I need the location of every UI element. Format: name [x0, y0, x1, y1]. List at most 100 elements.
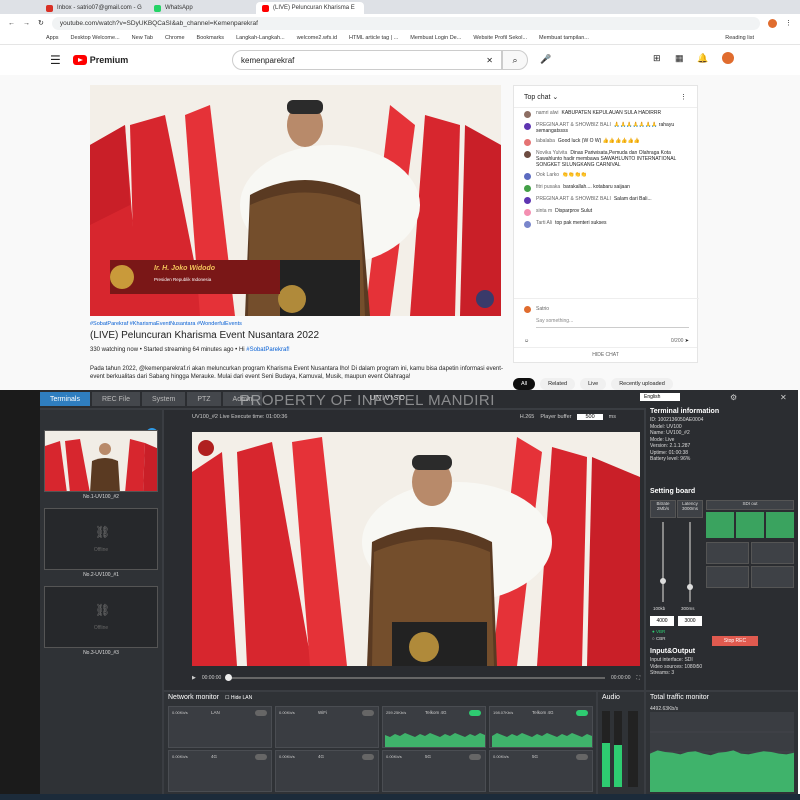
network-toggle[interactable] — [469, 754, 481, 760]
main-preview-video[interactable] — [192, 432, 640, 666]
url-field[interactable]: youtube.com/watch?v=SDyUKBQCaSI&ab_chann… — [51, 16, 760, 30]
mic-icon[interactable]: 🎤 — [540, 54, 551, 65]
lower-third-name: Ir. H. Joko Widodo — [154, 265, 215, 272]
close-icon[interactable]: ✕ — [780, 393, 787, 402]
terminal-card-1[interactable] — [44, 430, 158, 492]
terminal-list: + No.1-UV100_#2 ⛓ Offline No.2-UV100_#1 … — [40, 410, 162, 794]
bookmark-item[interactable]: welcome2.wfs.id — [297, 35, 337, 41]
chat-message: PREGINA ART & SHOWBIZ BALI 🙏🙏🙏🙏🙏🙏🙏 rahayu… — [514, 120, 697, 136]
sdi-slot[interactable] — [706, 566, 749, 588]
chip-recent[interactable]: Recently uploaded — [611, 378, 673, 390]
bitrate-slider-knob[interactable] — [660, 578, 666, 584]
bookmark-item[interactable]: Membuat tampilan... — [539, 35, 589, 41]
sdi-slot[interactable] — [751, 566, 794, 588]
chip-related[interactable]: Related — [540, 378, 576, 390]
apps-icon[interactable]: ▦ — [675, 53, 684, 64]
bookmark-item[interactable]: Apps — [46, 35, 59, 41]
emoji-icon[interactable]: ☺ — [524, 338, 529, 344]
forward-icon[interactable]: → — [23, 20, 30, 27]
sdi-slot[interactable] — [751, 542, 794, 564]
latency-slider-knob[interactable] — [687, 584, 693, 590]
offline-label: Offline — [93, 547, 109, 553]
bitrate-slider[interactable] — [662, 522, 664, 602]
player-buffer-input[interactable]: 500 — [577, 414, 603, 420]
youtube-logo[interactable]: Premium — [72, 55, 128, 65]
browser-tab-youtube[interactable]: (LIVE) Peluncuran Kharisma E — [256, 2, 364, 14]
chat-mode-select[interactable]: Top chat ⌄ — [524, 93, 558, 101]
sdi-slot[interactable] — [706, 542, 749, 564]
search-button[interactable]: ⌕ — [502, 50, 528, 70]
avatar — [524, 197, 531, 204]
chat-menu-icon[interactable]: ⋮ — [680, 93, 687, 101]
terminal-info-heading: Terminal information — [650, 408, 720, 415]
bookmark-item[interactable]: Bookmarks — [197, 35, 225, 41]
latency-input[interactable]: 3000 — [678, 616, 702, 626]
bookmark-item[interactable]: Chrome — [165, 35, 185, 41]
timeline-scrubber[interactable] — [225, 674, 606, 681]
terminal-card-2[interactable]: ⛓ Offline — [44, 508, 158, 570]
chat-input[interactable]: Say something... — [536, 318, 689, 328]
network-toggle[interactable] — [255, 754, 267, 760]
bookmark-item[interactable]: Desktop Welcome... — [71, 35, 120, 41]
reload-icon[interactable]: ↻ — [38, 19, 44, 27]
language-select[interactable]: English — [640, 393, 680, 401]
tab-ptz[interactable]: PTZ — [187, 392, 221, 406]
clear-icon[interactable]: ✕ — [486, 56, 493, 65]
traffic-area-series — [650, 750, 794, 792]
browser-tab-gmail[interactable]: Inbox - satrio07@gmail.com - G — [40, 2, 148, 14]
network-toggle[interactable] — [255, 710, 267, 716]
sdi-output-1[interactable] — [706, 512, 734, 538]
play-icon[interactable]: ▶ — [192, 675, 196, 681]
sdi-out-box: SDI out — [706, 500, 794, 510]
network-toggle[interactable] — [576, 710, 588, 716]
bookmark-item[interactable]: Website Profil Sekol... — [473, 35, 527, 41]
bookmark-item[interactable]: Langkah-Langkah... — [236, 35, 285, 41]
latency-slider[interactable] — [689, 522, 691, 602]
bookmark-item[interactable]: Reading list — [725, 35, 754, 41]
bookmark-item[interactable]: HTML article tag | ... — [349, 35, 398, 41]
video-player[interactable]: Ir. H. Joko Widodo Presiden Republik Ind… — [90, 85, 501, 316]
back-icon[interactable]: ← — [8, 20, 15, 27]
sdi-output-2[interactable] — [736, 512, 764, 538]
create-icon[interactable]: ⊞ — [653, 53, 661, 64]
youtube-header: ☰ Premium kemenparekraf ✕ ⌕ 🎤 ⊞ ▦ 🔔 — [0, 45, 800, 75]
video-frame — [90, 85, 501, 316]
chat-message: namri alwi KABUPATEN KEPULAUAN SULA HADIR… — [514, 108, 697, 120]
cbr-radio[interactable]: ○ CBR — [652, 636, 665, 641]
youtube-play-icon — [72, 55, 87, 65]
bookmark-item[interactable]: Membuat Login De... — [410, 35, 461, 41]
bookmark-item[interactable]: New Tab — [132, 35, 153, 41]
windows-taskbar — [0, 794, 800, 800]
settings-icon[interactable]: ⚙ — [730, 393, 737, 402]
terminal-card-3[interactable]: ⛓ Offline — [44, 586, 158, 648]
network-toggle[interactable] — [469, 710, 481, 716]
tab-system[interactable]: System — [141, 392, 186, 406]
chip-all[interactable]: All — [513, 378, 536, 390]
sdi-output-3[interactable] — [766, 512, 794, 538]
chip-live[interactable]: Live — [580, 378, 607, 390]
tab-terminals[interactable]: Terminals — [40, 392, 90, 406]
latency-box: Latency 3000ms — [677, 500, 703, 518]
browser-tab-whatsapp[interactable]: WhatsApp — [148, 2, 256, 14]
profile-icon[interactable] — [768, 18, 777, 28]
network-toggle[interactable] — [576, 754, 588, 760]
fullscreen-icon[interactable]: ⛶ — [636, 675, 640, 681]
network-toggle[interactable] — [362, 710, 374, 716]
bitrate-box: Bitrate 2Mb/s — [650, 500, 676, 518]
menu-icon[interactable]: ⋮ — [785, 19, 792, 27]
search-input[interactable]: kemenparekraf ✕ — [232, 50, 502, 70]
bell-icon[interactable]: 🔔 — [697, 53, 708, 64]
tab-rec-file[interactable]: REC File — [91, 392, 140, 406]
network-link-cell: 0.00Kb/s LAN — [168, 706, 272, 748]
hamburger-icon[interactable]: ☰ — [50, 53, 61, 67]
bitrate-input[interactable]: 4000 — [650, 616, 674, 626]
main-video-frame — [192, 432, 640, 666]
vbr-radio[interactable]: ● VBR — [652, 629, 665, 634]
video-tags[interactable]: #SobatParekraf #KharismaEventNusantara #… — [90, 321, 510, 327]
network-toggle[interactable] — [362, 754, 374, 760]
hide-chat-button[interactable]: HIDE CHAT — [514, 347, 697, 362]
avatar[interactable] — [722, 52, 734, 64]
hide-lan-checkbox[interactable]: ☐ Hide LAN — [225, 695, 252, 701]
send-icon[interactable]: ➤ — [685, 338, 689, 344]
input-output-panel: Input&Output Input interface: SDI Video … — [646, 644, 798, 690]
